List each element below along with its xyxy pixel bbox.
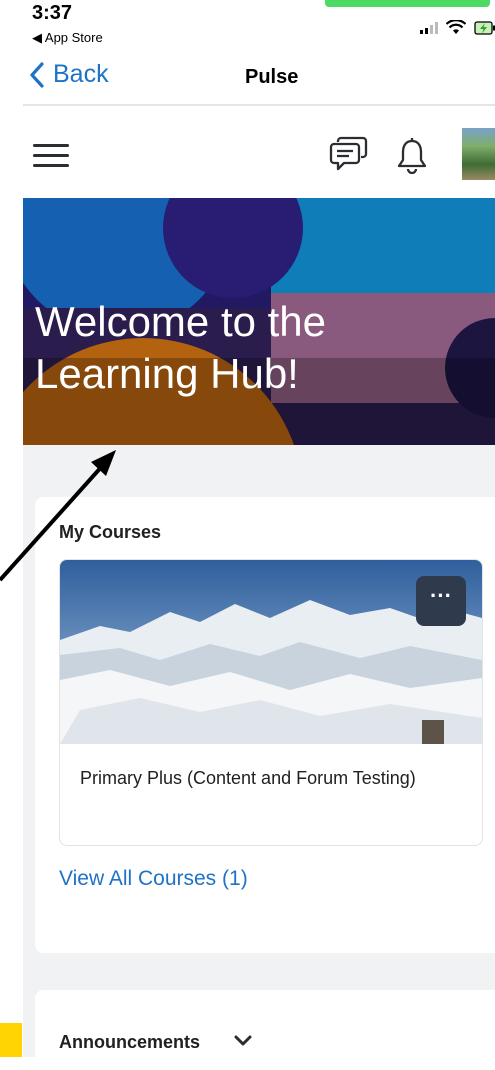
bell-icon[interactable]	[397, 136, 427, 174]
nav-bar: Back Pulse	[23, 52, 495, 106]
view-all-courses-link[interactable]: View All Courses (1)	[59, 867, 248, 891]
annotation-arrow	[0, 450, 116, 582]
call-indicator	[325, 0, 490, 7]
page-title: Pulse	[245, 66, 299, 88]
wifi-icon	[446, 20, 466, 34]
annotation-highlight	[0, 1023, 22, 1057]
course-options-button[interactable]: ···	[416, 576, 466, 626]
avatar[interactable]	[462, 128, 495, 180]
chat-icon[interactable]	[329, 134, 369, 174]
welcome-banner: Welcome to the Learning Hub!	[23, 198, 495, 445]
signal-icon	[420, 21, 438, 34]
app-header	[23, 106, 495, 198]
status-time: 3:37	[32, 2, 73, 24]
banner-title-line2: Learning Hub!	[35, 350, 299, 397]
status-bar: 3:37 ◀ App Store	[0, 0, 495, 50]
chevron-down-icon[interactable]	[233, 1034, 253, 1048]
banner-title-line1: Welcome to the	[35, 298, 327, 345]
course-tile[interactable]: ··· Primary Plus (Content and Forum Test…	[59, 559, 483, 846]
back-label: Back	[53, 60, 109, 88]
chevron-left-icon	[30, 61, 44, 88]
system-icons	[420, 20, 495, 35]
battery-icon	[474, 20, 495, 35]
menu-icon[interactable]	[33, 144, 69, 168]
announcements-title: Announcements	[59, 1032, 201, 1052]
course-name: Primary Plus (Content and Forum Testing)	[80, 768, 416, 788]
banner-title: Welcome to the Learning Hub!	[35, 296, 326, 400]
announcements-widget: Announcements	[35, 990, 495, 1070]
back-button[interactable]: Back	[29, 60, 109, 89]
back-to-app-store[interactable]: ◀ App Store	[32, 30, 103, 46]
